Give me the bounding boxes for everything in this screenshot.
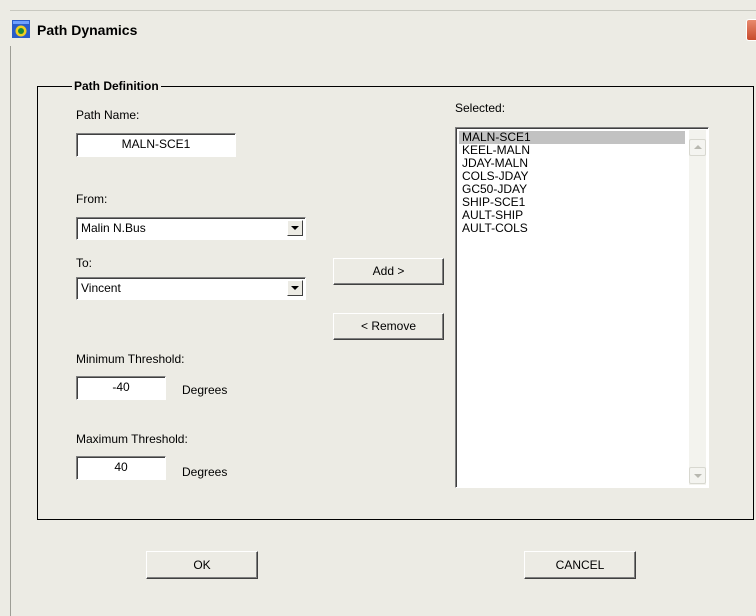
selected-paths-list[interactable]: MALN-SCE1 KEEL-MALN JDAY-MALN COLS-JDAY … <box>455 127 709 488</box>
title-bar: Path Dynamics <box>10 10 756 47</box>
from-value: Malin N.Bus <box>81 221 146 235</box>
max-threshold-label: Maximum Threshold: <box>76 432 188 446</box>
remove-button[interactable]: < Remove <box>333 313 444 340</box>
max-threshold-input[interactable]: 40 <box>76 456 166 480</box>
scroll-up-icon[interactable] <box>689 139 706 156</box>
min-threshold-label: Minimum Threshold: <box>76 352 185 366</box>
list-items: MALN-SCE1 KEEL-MALN JDAY-MALN COLS-JDAY … <box>459 131 685 235</box>
to-label: To: <box>76 256 93 270</box>
min-threshold-input[interactable]: -40 <box>76 376 166 400</box>
to-value: Vincent <box>81 281 121 295</box>
cancel-button[interactable]: CANCEL <box>524 551 636 579</box>
ok-button[interactable]: OK <box>146 551 258 579</box>
to-dropdown[interactable]: Vincent <box>76 277 306 300</box>
close-button[interactable] <box>746 19 756 41</box>
app-icon <box>12 20 30 38</box>
list-scrollbar[interactable] <box>689 130 706 485</box>
chevron-down-icon[interactable] <box>287 280 303 296</box>
path-name-label: Path Name: <box>76 108 140 122</box>
window-title: Path Dynamics <box>37 22 138 38</box>
scroll-down-icon[interactable] <box>689 467 706 484</box>
selected-label: Selected: <box>455 101 506 115</box>
min-threshold-unit: Degrees <box>182 383 228 397</box>
list-item[interactable]: AULT-COLS <box>459 222 685 235</box>
window-border <box>10 46 11 616</box>
from-dropdown[interactable]: Malin N.Bus <box>76 217 306 240</box>
max-threshold-unit: Degrees <box>182 465 228 479</box>
path-name-input[interactable]: MALN-SCE1 <box>76 133 236 157</box>
group-legend: Path Definition <box>72 79 161 93</box>
from-label: From: <box>76 192 108 206</box>
chevron-down-icon[interactable] <box>287 220 303 236</box>
add-button[interactable]: Add > <box>333 258 444 285</box>
